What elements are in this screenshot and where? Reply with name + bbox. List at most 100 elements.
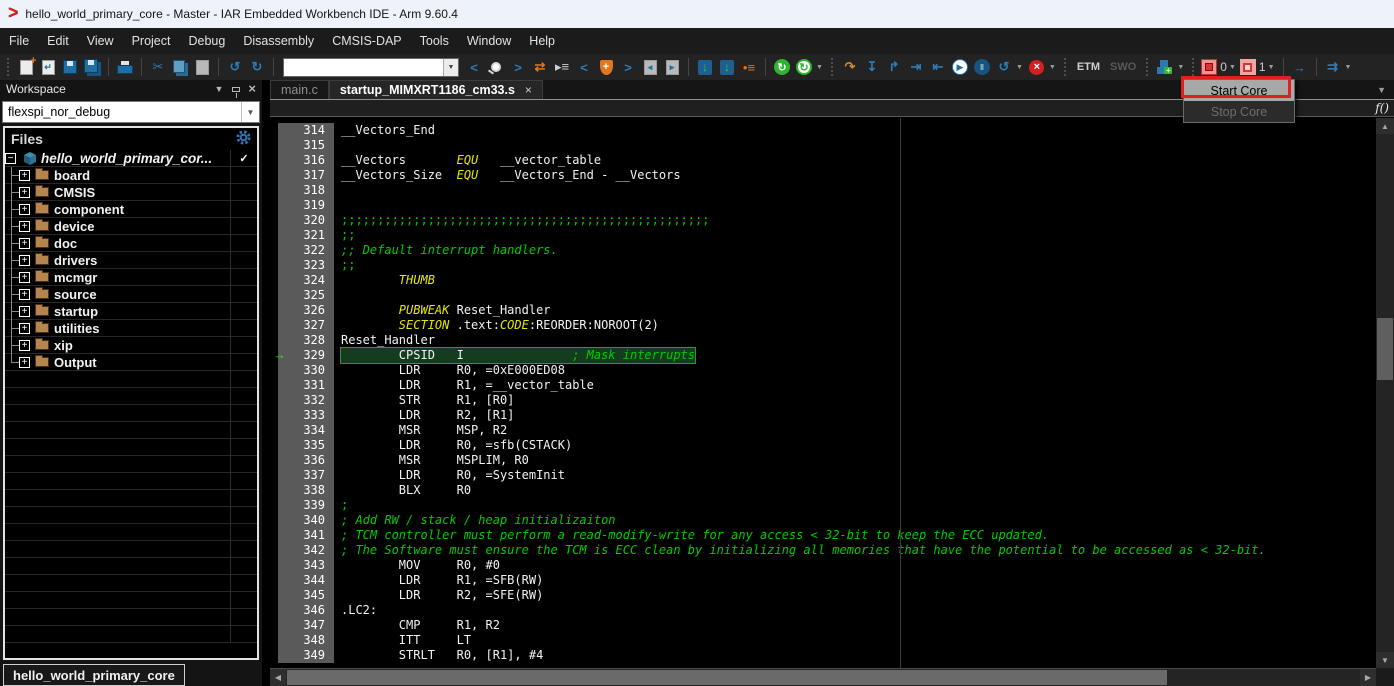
cores-window-icon[interactable]: + bbox=[1155, 57, 1175, 77]
code-line-336[interactable]: 336 MSR MSPLIM, R0 bbox=[270, 453, 1376, 468]
go-icon[interactable]: ▶ bbox=[950, 57, 970, 77]
code-line-339[interactable]: 339; bbox=[270, 498, 1376, 513]
core-0-button[interactable]: 0 bbox=[1201, 59, 1227, 75]
find-previous-icon[interactable]: < bbox=[464, 57, 484, 77]
code-line-345[interactable]: 345 LDR R2, =SFE(RW) bbox=[270, 588, 1376, 603]
make-icon[interactable]: ↻ bbox=[772, 57, 792, 77]
expand-box-icon[interactable]: + bbox=[19, 340, 30, 351]
paste-icon[interactable] bbox=[192, 57, 212, 77]
code-line-315[interactable]: 315 bbox=[270, 138, 1376, 153]
tree-item-utilities[interactable]: +utilities bbox=[5, 320, 257, 337]
stop-debugging-icon[interactable]: × bbox=[1027, 57, 1047, 77]
tab-main-c[interactable]: main.c bbox=[270, 80, 329, 99]
code-line-334[interactable]: 334 MSR MSP, R2 bbox=[270, 423, 1376, 438]
start-core-menu-item[interactable]: Start Core bbox=[1184, 80, 1294, 101]
close-tab-icon[interactable]: × bbox=[525, 83, 532, 97]
menu-edit[interactable]: Edit bbox=[38, 28, 78, 54]
next-statement-icon[interactable]: ⇥ bbox=[906, 57, 926, 77]
menu-debug[interactable]: Debug bbox=[179, 28, 234, 54]
menu-project[interactable]: Project bbox=[123, 28, 180, 54]
scroll-right-icon[interactable]: ▶ bbox=[1360, 669, 1376, 686]
code-line-333[interactable]: 333 LDR R2, [R1] bbox=[270, 408, 1376, 423]
menu-tools[interactable]: Tools bbox=[411, 28, 458, 54]
vertical-scrollbar[interactable]: ▲ ▼ bbox=[1376, 118, 1394, 668]
code-line-319[interactable]: 319 bbox=[270, 198, 1376, 213]
save-all-icon[interactable] bbox=[82, 57, 102, 77]
new-document-icon[interactable]: + bbox=[16, 57, 36, 77]
workspace-bottom-tab[interactable]: hello_world_primary_core bbox=[3, 664, 185, 686]
search-icon[interactable] bbox=[486, 57, 506, 77]
vertical-scroll-thumb[interactable] bbox=[1377, 318, 1393, 380]
code-line-340[interactable]: 340; Add RW / stack / heap initializaito… bbox=[270, 513, 1376, 528]
code-line-323[interactable]: 323;; bbox=[270, 258, 1376, 273]
code-line-329[interactable]: 329 CPSID I ; Mask interrupts bbox=[270, 348, 1376, 363]
code-line-316[interactable]: 316__Vectors EQU __vector_table bbox=[270, 153, 1376, 168]
code-line-314[interactable]: 314__Vectors_End bbox=[270, 123, 1376, 138]
expand-box-icon[interactable]: + bbox=[19, 306, 30, 317]
download-active-icon[interactable]: ↓ bbox=[695, 57, 715, 77]
build-config-select[interactable]: flexspi_nor_debug ▼ bbox=[2, 101, 260, 123]
run-to-cursor-icon[interactable]: ⇤ bbox=[928, 57, 948, 77]
expand-box-icon[interactable]: + bbox=[19, 323, 30, 334]
tree-item-component[interactable]: +component bbox=[5, 201, 257, 218]
menu-view[interactable]: View bbox=[78, 28, 123, 54]
cut-icon[interactable]: ✂ bbox=[148, 57, 168, 77]
scroll-left-icon[interactable]: ◀ bbox=[270, 669, 286, 686]
expand-box-icon[interactable]: + bbox=[19, 204, 30, 215]
replace-icon[interactable]: ⇄ bbox=[530, 57, 550, 77]
expand-box-icon[interactable]: + bbox=[19, 272, 30, 283]
undo-icon[interactable]: ↺ bbox=[225, 57, 245, 77]
expand-box-icon[interactable]: + bbox=[19, 255, 30, 266]
code-line-349[interactable]: 349 STRLT R0, [R1], #4 bbox=[270, 648, 1376, 663]
print-icon[interactable] bbox=[115, 57, 135, 77]
swo-button[interactable]: SWO bbox=[1105, 61, 1141, 73]
tree-item-source[interactable]: +source bbox=[5, 286, 257, 303]
tree-item-output[interactable]: +Output bbox=[5, 354, 257, 371]
code-line-324[interactable]: 324 THUMB bbox=[270, 273, 1376, 288]
tree-item-device[interactable]: +device bbox=[5, 218, 257, 235]
code-line-320[interactable]: 320;;;;;;;;;;;;;;;;;;;;;;;;;;;;;;;;;;;;;… bbox=[270, 213, 1376, 228]
expand-box-icon[interactable]: + bbox=[19, 221, 30, 232]
code-line-343[interactable]: 343 MOV R0, #0 bbox=[270, 558, 1376, 573]
copy-icon[interactable] bbox=[170, 57, 190, 77]
expand-box-icon[interactable]: + bbox=[19, 289, 30, 300]
break-icon[interactable]: ‖ bbox=[972, 57, 992, 77]
code-line-326[interactable]: 326 PUBWEAK Reset_Handler bbox=[270, 303, 1376, 318]
save-icon[interactable] bbox=[60, 57, 80, 77]
tree-root-project[interactable]: −hello_world_primary_cor...✓ bbox=[5, 150, 257, 167]
chevron-down-icon[interactable]: ▼ bbox=[1229, 64, 1236, 71]
tree-item-mcmgr[interactable]: +mcmgr bbox=[5, 269, 257, 286]
code-line-321[interactable]: 321;; bbox=[270, 228, 1376, 243]
tree-item-board[interactable]: +board bbox=[5, 167, 257, 184]
expand-box-icon[interactable]: + bbox=[19, 187, 30, 198]
scroll-up-icon[interactable]: ▲ bbox=[1376, 118, 1394, 134]
etm-button[interactable]: ETM bbox=[1072, 61, 1105, 73]
scroll-down-icon[interactable]: ▼ bbox=[1376, 652, 1394, 668]
horizontal-scroll-thumb[interactable] bbox=[287, 670, 1167, 685]
toggle-bookmark-icon[interactable]: + bbox=[596, 57, 616, 77]
code-line-337[interactable]: 337 LDR R0, =SystemInit bbox=[270, 468, 1376, 483]
expand-box-icon[interactable]: + bbox=[19, 238, 30, 249]
code-line-328[interactable]: 328Reset_Handler bbox=[270, 333, 1376, 348]
code-line-348[interactable]: 348 ITT LT bbox=[270, 633, 1376, 648]
menu-file[interactable]: File bbox=[0, 28, 38, 54]
next-file-icon[interactable]: ▸ bbox=[662, 57, 682, 77]
tree-item-drivers[interactable]: +drivers bbox=[5, 252, 257, 269]
chevron-down-icon[interactable]: ▼ bbox=[1345, 64, 1352, 71]
code-line-347[interactable]: 347 CMP R1, R2 bbox=[270, 618, 1376, 633]
menu-cmsis-dap[interactable]: CMSIS-DAP bbox=[323, 28, 410, 54]
breakpoints-window-icon[interactable]: •≡ bbox=[739, 57, 759, 77]
expand-box-icon[interactable]: + bbox=[19, 357, 30, 368]
open-document-icon[interactable]: ↵ bbox=[38, 57, 58, 77]
code-area[interactable]: 314__Vectors_End315316__Vectors EQU __ve… bbox=[270, 118, 1376, 668]
tree-item-cmsis[interactable]: +CMSIS bbox=[5, 184, 257, 201]
collapse-box-icon[interactable]: − bbox=[5, 153, 16, 164]
code-line-330[interactable]: 330 LDR R0, =0xE000ED08 bbox=[270, 363, 1376, 378]
function-list-button[interactable]: f() bbox=[1375, 101, 1389, 115]
previous-file-icon[interactable]: ◂ bbox=[640, 57, 660, 77]
step-over-icon[interactable]: ↷ bbox=[840, 57, 860, 77]
chevron-down-icon[interactable]: ▼ bbox=[241, 102, 259, 122]
pin-icon[interactable] bbox=[232, 87, 240, 92]
code-line-344[interactable]: 344 LDR R1, =SFB(RW) bbox=[270, 573, 1376, 588]
code-line-318[interactable]: 318 bbox=[270, 183, 1376, 198]
